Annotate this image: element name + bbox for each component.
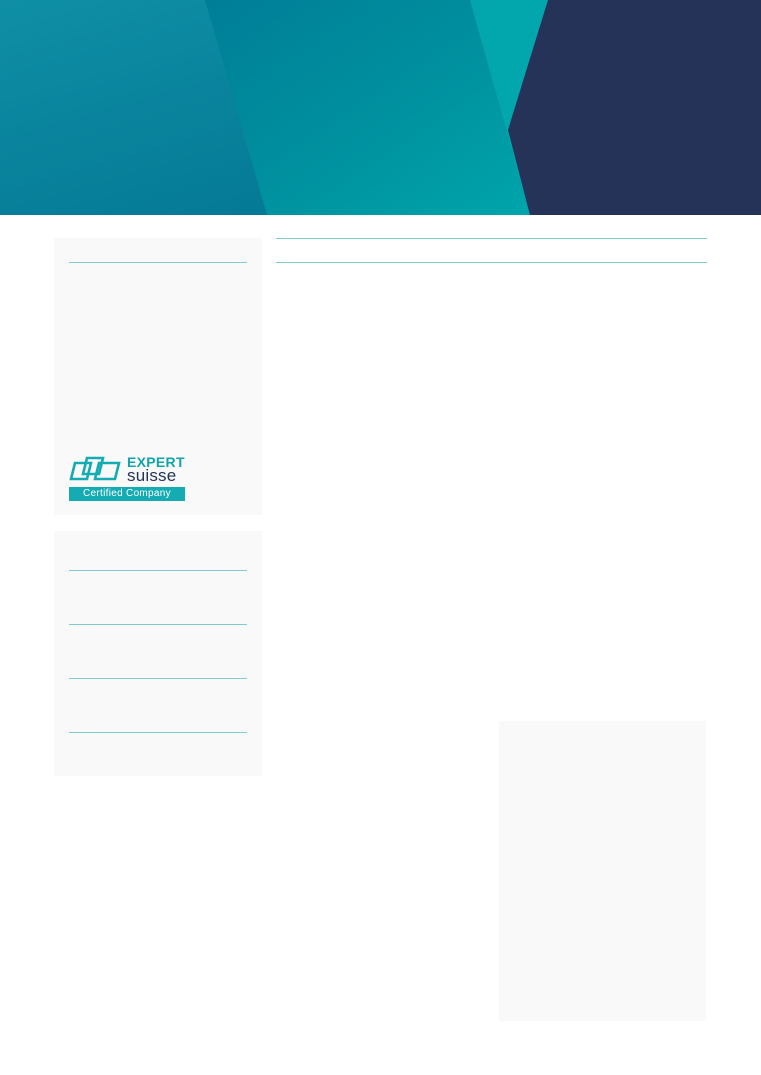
header-banner — [0, 0, 761, 215]
expertsuisse-logo-icon — [69, 456, 121, 481]
sidebar-divider-4 — [69, 732, 247, 733]
expertsuisse-certified-logo: EXPERT suisse Certified Company — [69, 454, 187, 503]
main-top-rule — [276, 238, 707, 239]
sidebar-divider-3 — [69, 678, 247, 679]
main-title-rule — [276, 262, 707, 263]
sidebar-divider-2 — [69, 624, 247, 625]
brand-name-line2: suisse — [127, 466, 177, 485]
header-banner-graphic — [0, 0, 761, 215]
info-box — [499, 721, 706, 1021]
sidebar-panel-bottom — [54, 531, 262, 776]
certified-company-badge: Certified Company — [69, 487, 185, 501]
sidebar-top-divider — [69, 262, 247, 263]
sidebar-divider-1 — [69, 570, 247, 571]
